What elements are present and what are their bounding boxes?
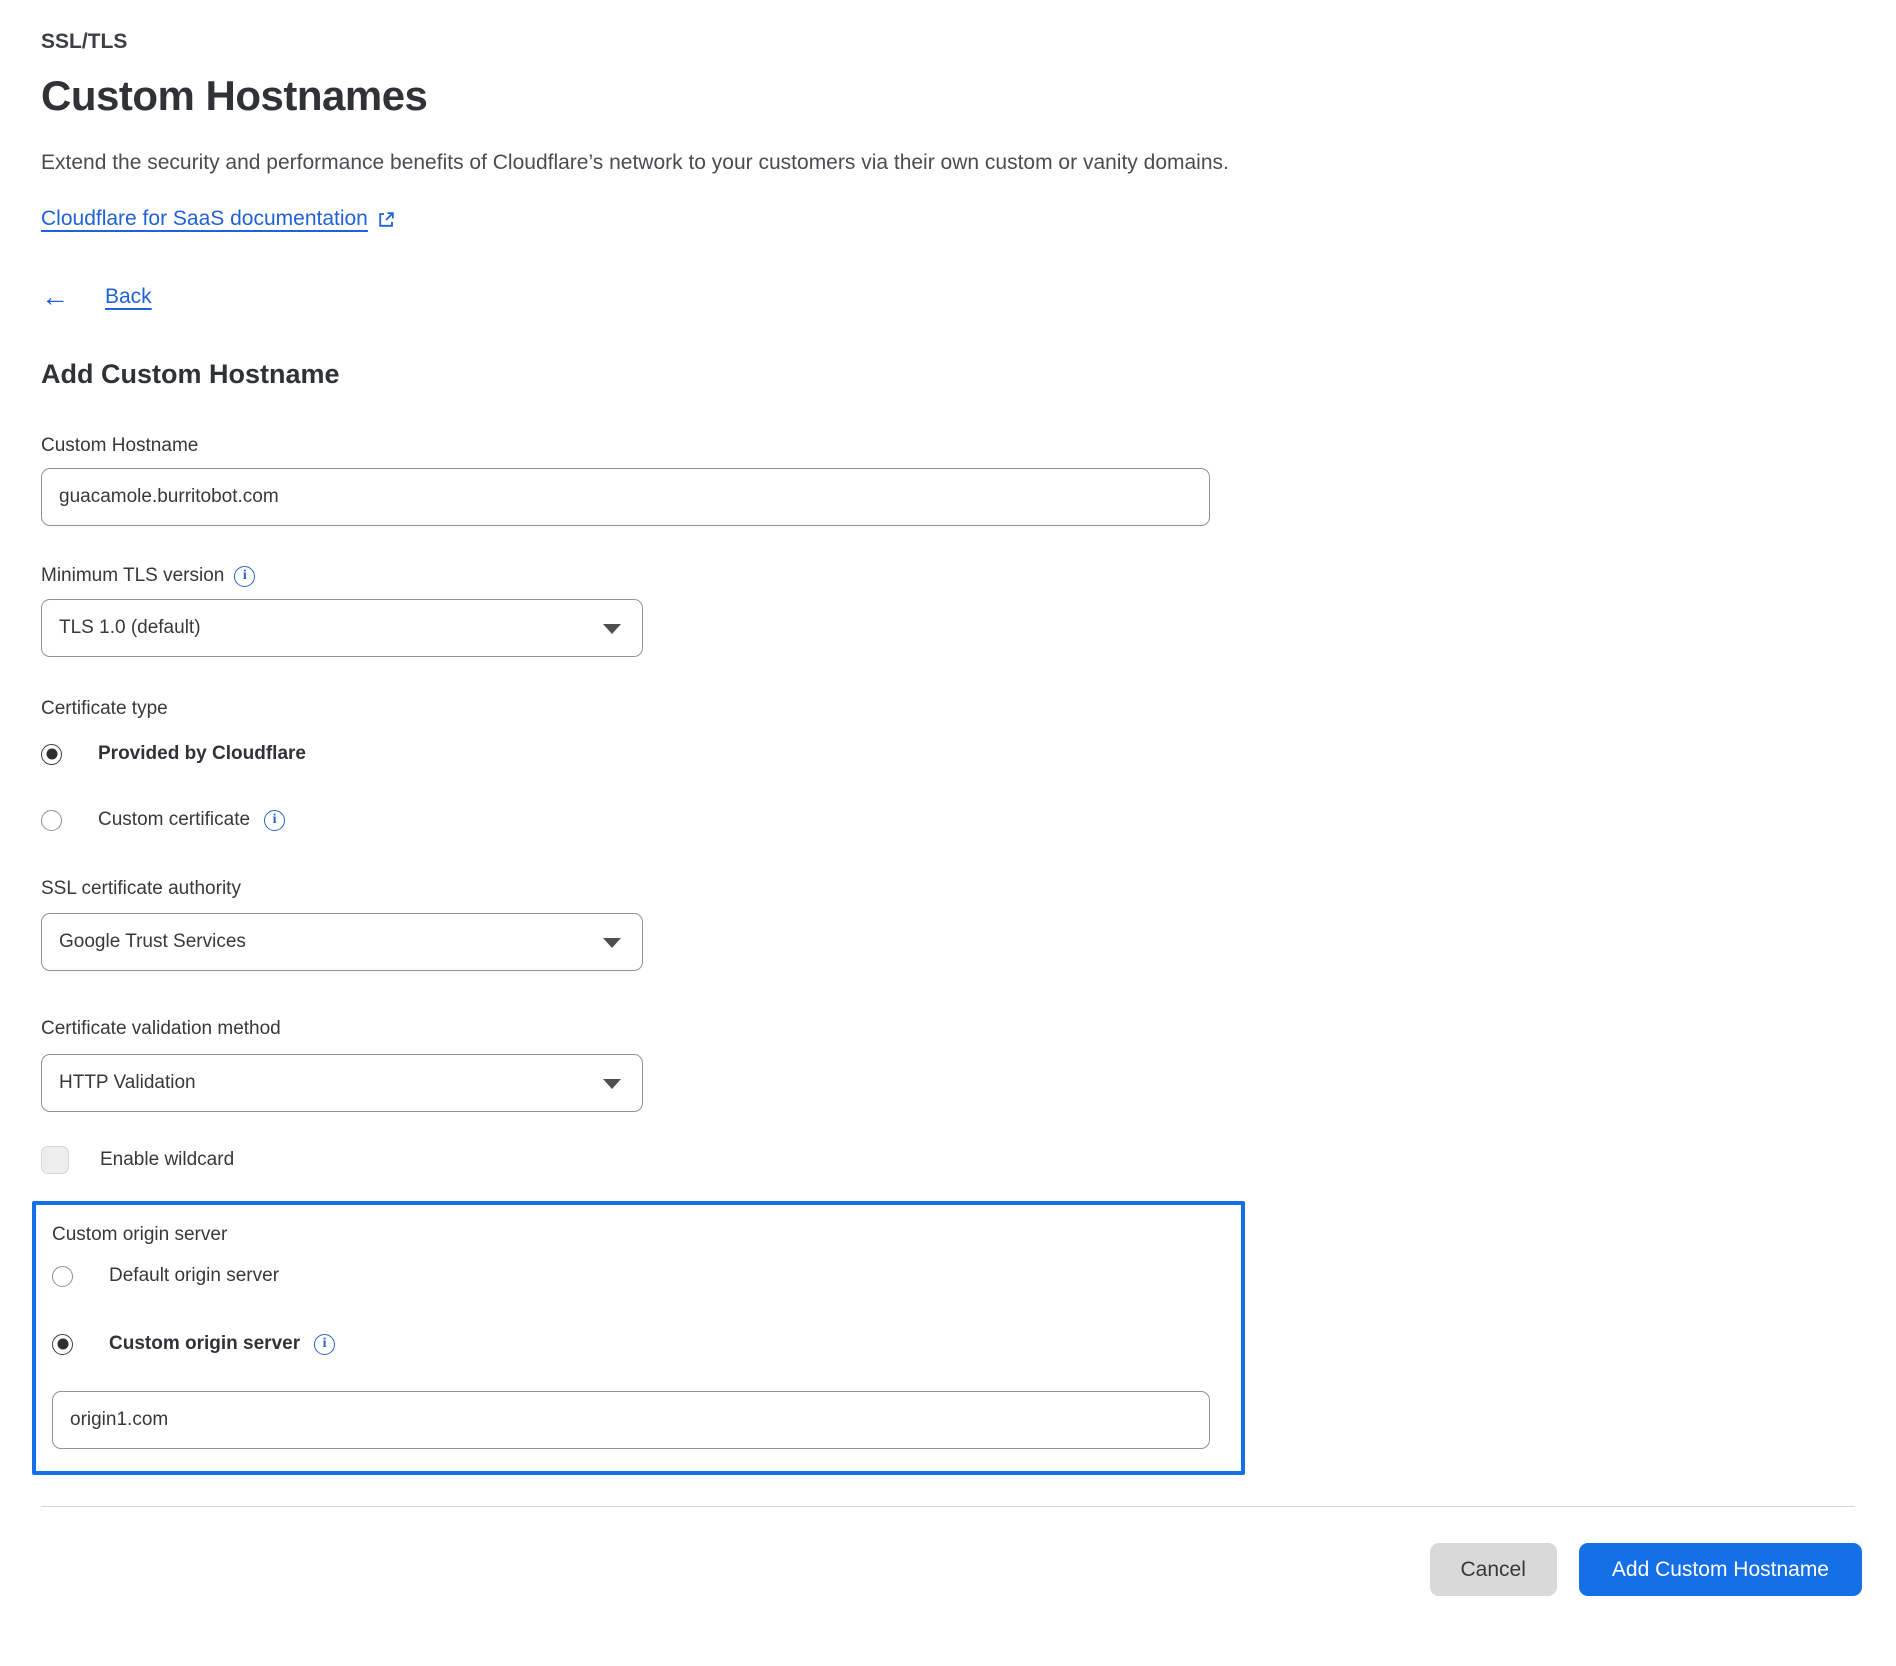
back-arrow-icon[interactable]: ← <box>41 283 69 311</box>
radio-default-origin-server[interactable] <box>52 1266 73 1287</box>
min-tls-select[interactable]: TLS 1.0 (default) <box>41 599 643 657</box>
cancel-button[interactable]: Cancel <box>1430 1543 1557 1596</box>
info-icon[interactable]: i <box>264 810 285 831</box>
info-icon[interactable]: i <box>314 1334 335 1355</box>
form-title: Add Custom Hostname <box>41 356 1855 392</box>
cert-authority-select[interactable]: Google Trust Services <box>41 913 643 971</box>
back-link[interactable]: Back <box>105 282 152 312</box>
page-description: Extend the security and performance bene… <box>41 148 1855 178</box>
radio-row-provided-by-cloudflare: Provided by Cloudflare <box>41 741 1855 767</box>
min-tls-selected-value: TLS 1.0 (default) <box>59 617 201 639</box>
add-custom-hostname-button[interactable]: Add Custom Hostname <box>1579 1543 1862 1596</box>
radio-provided-by-cloudflare[interactable] <box>41 744 62 765</box>
radio-row-default-origin-server: Default origin server <box>52 1263 1241 1289</box>
custom-origin-server-section: Custom origin server Default origin serv… <box>32 1201 1245 1475</box>
radio-label[interactable]: Custom certificate <box>98 809 250 831</box>
section-label: SSL/TLS <box>41 30 1855 54</box>
chevron-down-icon <box>603 1079 621 1089</box>
certificate-type-label: Certificate type <box>41 697 1855 721</box>
radio-label[interactable]: Provided by Cloudflare <box>98 743 306 765</box>
wildcard-row: Enable wildcard <box>41 1146 1855 1174</box>
external-link-icon <box>377 210 396 229</box>
doc-link-row: Cloudflare for SaaS documentation <box>41 204 1855 234</box>
back-row: ← Back <box>41 282 1855 312</box>
saas-documentation-link[interactable]: Cloudflare for SaaS documentation <box>41 204 368 234</box>
footer-actions: Cancel Add Custom Hostname <box>0 1543 1896 1596</box>
radio-row-custom-certificate: Custom certificate i <box>41 807 1855 833</box>
custom-hostname-label: Custom Hostname <box>41 434 1855 458</box>
validation-method-select[interactable]: HTTP Validation <box>41 1054 643 1112</box>
radio-row-custom-origin-server: Custom origin server i <box>52 1331 1241 1357</box>
custom-origin-server-label: Custom origin server <box>52 1223 1241 1247</box>
radio-custom-origin-server[interactable] <box>52 1334 73 1355</box>
enable-wildcard-checkbox[interactable] <box>41 1146 69 1174</box>
validation-method-label: Certificate validation method <box>41 1017 1855 1041</box>
cert-authority-label: SSL certificate authority <box>41 877 1855 901</box>
custom-hostnames-page: SSL/TLS Custom Hostnames Extend the secu… <box>0 30 1896 1596</box>
page-title: Custom Hostnames <box>41 70 1855 122</box>
enable-wildcard-label[interactable]: Enable wildcard <box>100 1149 234 1171</box>
cert-authority-selected-value: Google Trust Services <box>59 931 246 953</box>
radio-custom-certificate[interactable] <box>41 810 62 831</box>
validation-method-selected-value: HTTP Validation <box>59 1072 196 1094</box>
min-tls-label: Minimum TLS version <box>41 564 224 588</box>
divider <box>41 1506 1855 1507</box>
chevron-down-icon <box>603 624 621 634</box>
custom-origin-server-input[interactable] <box>52 1391 1210 1449</box>
custom-hostname-input[interactable] <box>41 468 1210 526</box>
radio-label[interactable]: Default origin server <box>109 1265 279 1287</box>
info-icon[interactable]: i <box>234 566 255 587</box>
min-tls-label-row: Minimum TLS version i <box>41 564 1855 588</box>
radio-label[interactable]: Custom origin server <box>109 1333 300 1355</box>
chevron-down-icon <box>603 938 621 948</box>
